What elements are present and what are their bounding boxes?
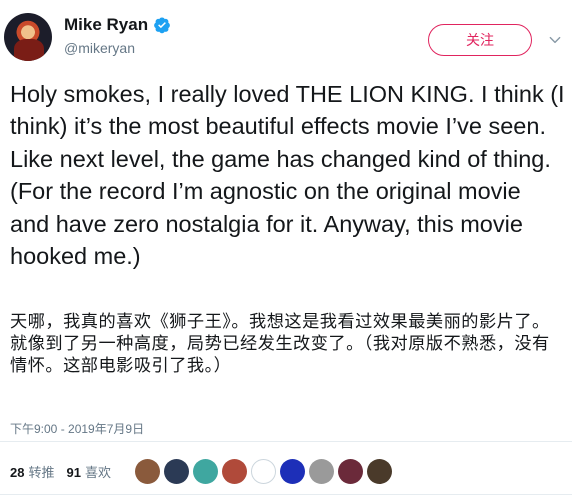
- author-name[interactable]: Mike Ryan: [64, 15, 148, 35]
- author-name-row[interactable]: Mike Ryan: [64, 15, 171, 35]
- retweet-stat[interactable]: 28 转推: [10, 462, 54, 481]
- verified-badge-icon: [154, 17, 170, 34]
- liker-avatar[interactable]: [251, 459, 276, 484]
- author-handle[interactable]: @mikeryan: [64, 40, 135, 56]
- liker-avatar[interactable]: [280, 459, 305, 484]
- tweet-text: Holy smokes, I really loved THE LION KIN…: [10, 81, 565, 270]
- liker-avatar[interactable]: [309, 459, 334, 484]
- chevron-down-icon[interactable]: [548, 33, 562, 47]
- retweet-label: 转推: [28, 465, 55, 480]
- divider: [0, 441, 572, 442]
- retweet-count: 28: [10, 465, 25, 480]
- liker-avatar[interactable]: [193, 459, 218, 484]
- avatar-figure: [14, 39, 44, 61]
- like-count: 91: [66, 465, 81, 480]
- divider: [0, 494, 572, 495]
- liker-avatar[interactable]: [164, 459, 189, 484]
- liker-avatar[interactable]: [338, 459, 363, 484]
- liker-avatars: [135, 459, 396, 484]
- tweet-timestamp[interactable]: 下午9:00 - 2019年7月9日: [10, 420, 144, 437]
- tweet-card: Mike Ryan @mikeryan 关注 Holy smokes, I re…: [0, 0, 572, 502]
- liker-avatar[interactable]: [222, 459, 247, 484]
- author-avatar[interactable]: [4, 13, 52, 61]
- liker-avatar[interactable]: [367, 459, 392, 484]
- tweet-translation: 天哪，我真的喜欢《狮子王》。我想这是我看过效果最美丽的影片了。就像到了另一种高度…: [10, 312, 550, 377]
- tweet-stats: 28 转推 91 喜欢: [10, 462, 111, 481]
- like-stat[interactable]: 91 喜欢: [66, 462, 110, 481]
- liker-avatar[interactable]: [135, 459, 160, 484]
- follow-button[interactable]: 关注: [428, 24, 532, 56]
- like-label: 喜欢: [84, 465, 111, 480]
